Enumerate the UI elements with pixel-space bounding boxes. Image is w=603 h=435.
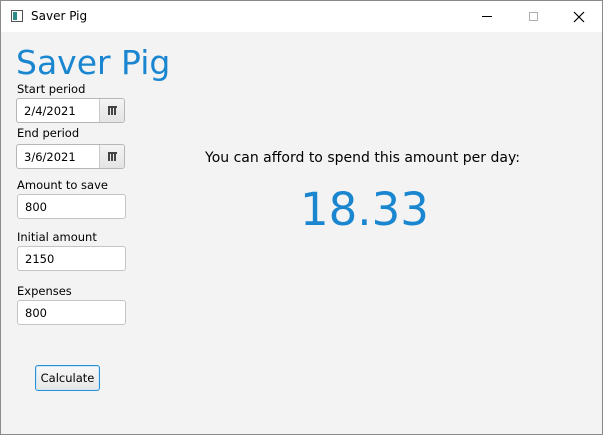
app-window-icon xyxy=(11,10,23,22)
result-value: 18.33 xyxy=(300,183,429,236)
start-period-label: Start period xyxy=(17,82,86,96)
start-period-date-picker[interactable]: 2/4/2021 xyxy=(16,98,125,123)
expenses-field[interactable] xyxy=(17,300,126,325)
maximize-button[interactable] xyxy=(510,1,556,32)
initial-amount-label: Initial amount xyxy=(17,230,97,244)
client-area: Saver Pig Start period 2/4/2021 End peri… xyxy=(1,32,602,434)
app-heading: Saver Pig xyxy=(16,43,171,82)
calculate-button[interactable]: Calculate xyxy=(35,365,100,391)
amount-to-save-label: Amount to save xyxy=(17,178,108,192)
calendar-icon xyxy=(107,152,117,161)
minimize-icon xyxy=(482,16,492,17)
initial-amount-field[interactable] xyxy=(17,246,126,271)
end-period-label: End period xyxy=(17,126,80,140)
minimize-button[interactable] xyxy=(464,1,510,32)
end-period-calendar-button[interactable] xyxy=(99,145,124,168)
app-window: Saver Pig Saver Pig Start period 2/4/202… xyxy=(0,0,603,435)
end-period-date-picker[interactable]: 3/6/2021 xyxy=(16,144,125,169)
title-bar[interactable]: Saver Pig xyxy=(1,1,602,32)
amount-to-save-field[interactable] xyxy=(17,194,126,219)
start-period-value[interactable]: 2/4/2021 xyxy=(24,104,76,118)
window-title: Saver Pig xyxy=(31,9,88,23)
result-message: You can afford to spend this amount per … xyxy=(205,150,520,166)
expenses-label: Expenses xyxy=(17,284,72,298)
calendar-icon xyxy=(107,106,117,115)
close-icon xyxy=(573,11,585,22)
end-period-value[interactable]: 3/6/2021 xyxy=(24,150,76,164)
close-button[interactable] xyxy=(556,1,602,32)
maximize-icon xyxy=(528,12,538,21)
start-period-calendar-button[interactable] xyxy=(99,99,124,122)
